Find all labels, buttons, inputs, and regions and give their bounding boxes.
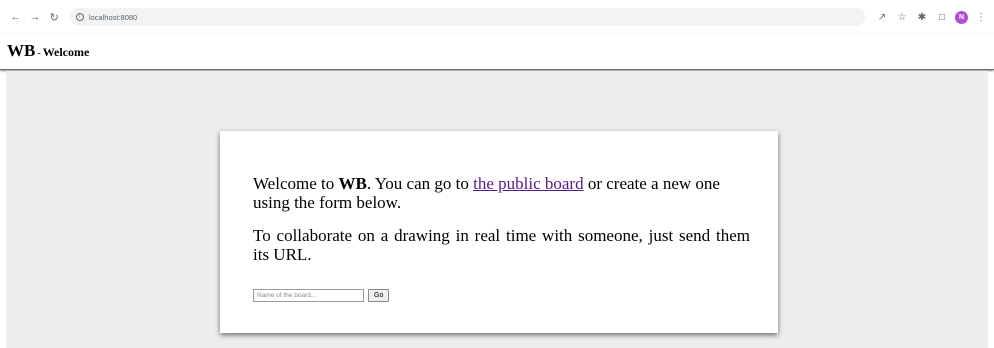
share-icon[interactable]: ↗ — [875, 10, 889, 24]
site-info-icon[interactable]: i — [75, 13, 84, 21]
forward-arrow-icon[interactable]: → — [27, 9, 42, 25]
extensions-icon[interactable]: ✱ — [915, 10, 929, 24]
intro-paragraph: Welcome to WB. You can go to the public … — [253, 174, 750, 212]
url-text: localhost:8080 — [88, 12, 138, 22]
browser-toolbar: ← → ↻ i localhost:8080 ↗ ☆ ✱ □ N ⋮ — [0, 0, 994, 34]
main-content: Welcome to WB. You can go to the public … — [6, 71, 988, 348]
side-panel-icon[interactable]: □ — [935, 10, 949, 24]
go-button[interactable]: Go — [368, 289, 390, 302]
back-arrow-icon[interactable]: ← — [8, 9, 23, 25]
reload-icon[interactable]: ↻ — [47, 9, 62, 25]
page-header: WB - Welcome — [0, 34, 994, 70]
collaborate-paragraph: To collaborate on a drawing in real time… — [253, 226, 750, 264]
brand-logo: WB — [7, 41, 36, 60]
profile-avatar[interactable]: N — [954, 10, 968, 24]
toolbar-actions: ↗ ☆ ✱ □ N ⋮ — [875, 10, 994, 24]
bookmark-star-icon[interactable]: ☆ — [895, 10, 909, 24]
intro-brand: WB — [338, 174, 367, 193]
board-name-input[interactable] — [253, 289, 364, 302]
menu-kebab-icon[interactable]: ⋮ — [974, 10, 988, 24]
welcome-card: Welcome to WB. You can go to the public … — [220, 131, 778, 333]
page-title: Welcome — [42, 45, 90, 59]
new-board-form: Go — [253, 289, 750, 302]
intro-mid: . You can go to — [366, 174, 474, 193]
intro-prefix: Welcome to — [253, 174, 339, 193]
public-board-link[interactable]: the public board — [473, 174, 583, 193]
address-bar[interactable]: i localhost:8080 — [69, 8, 865, 26]
title-separator: - — [37, 48, 41, 59]
